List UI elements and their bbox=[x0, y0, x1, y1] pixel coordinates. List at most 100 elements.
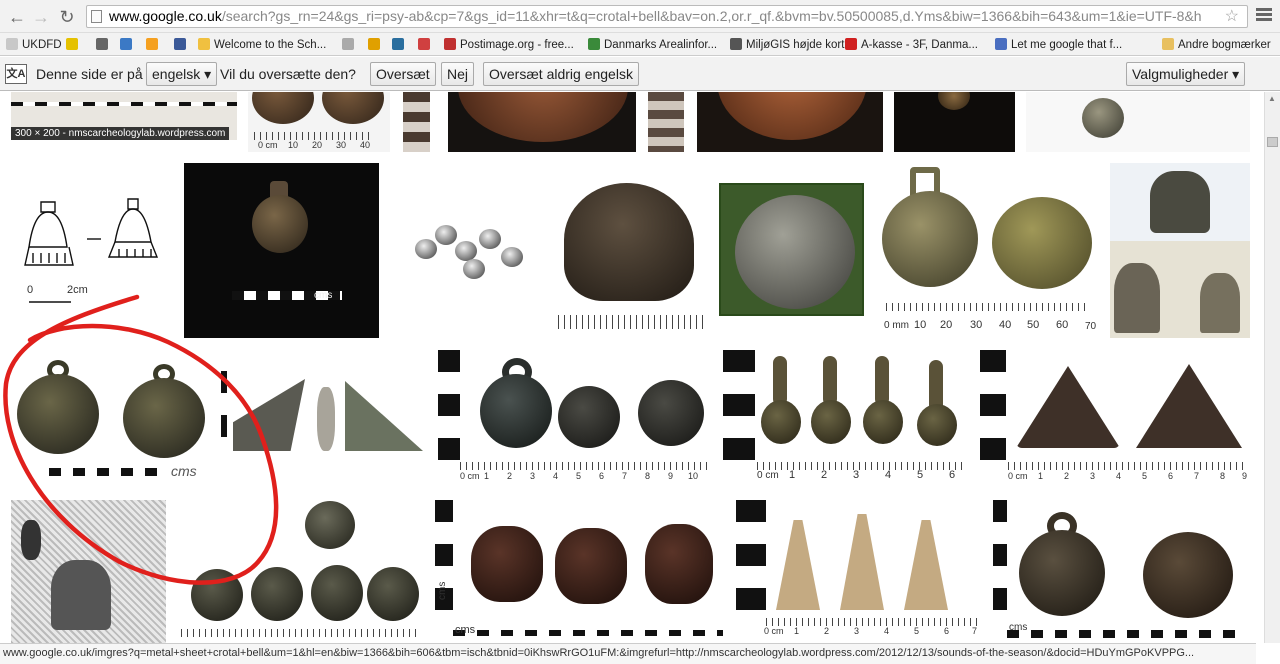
image-caption: 300 × 200 - nmscarcheologylab.wordpress.… bbox=[11, 127, 230, 140]
image-result[interactable] bbox=[391, 189, 542, 312]
bookmark-item[interactable] bbox=[368, 37, 384, 53]
bookmark-favicon-icon bbox=[1162, 38, 1174, 50]
bookmark-item[interactable] bbox=[342, 37, 358, 53]
bookmark-item[interactable] bbox=[120, 37, 136, 53]
bookmark-favicon-icon bbox=[392, 38, 404, 50]
forward-arrow-icon[interactable]: → bbox=[30, 6, 52, 28]
image-result[interactable] bbox=[1110, 163, 1250, 338]
bookmark-item[interactable]: Let me google that f... bbox=[995, 37, 1122, 53]
star-icon[interactable]: ☆ bbox=[1225, 6, 1239, 27]
bookmark-item[interactable]: Postimage.org - free... bbox=[444, 37, 574, 53]
reload-icon[interactable]: ↻ bbox=[56, 6, 78, 28]
bookmark-favicon-icon bbox=[120, 38, 132, 50]
image-result[interactable]: 0 2cm bbox=[11, 187, 172, 312]
scale-label: 0 cm bbox=[258, 140, 278, 150]
image-result[interactable]: 0 cm 1 2 3 4 5 6 7 8 9 10 bbox=[438, 350, 712, 482]
scale-label: 2cm bbox=[67, 284, 88, 296]
scroll-up-icon[interactable]: ▲ bbox=[1268, 94, 1276, 103]
scale-label: 7 bbox=[622, 471, 628, 481]
translate-question: Vil du oversætte den? bbox=[220, 66, 356, 82]
scale-label: 6 bbox=[949, 469, 956, 481]
bookmark-item[interactable] bbox=[418, 37, 434, 53]
image-result[interactable]: 0 cm 1 2 3 4 5 6 7 bbox=[736, 500, 982, 643]
image-result[interactable] bbox=[719, 183, 864, 316]
bookmark-item[interactable]: A-kasse - 3F, Danma... bbox=[845, 37, 978, 53]
scale-label: cms bbox=[455, 624, 476, 636]
image-result[interactable]: cms bbox=[993, 500, 1250, 643]
bookmark-item[interactable] bbox=[392, 37, 408, 53]
bookmark-favicon-icon bbox=[6, 38, 18, 50]
menu-icon[interactable] bbox=[1256, 6, 1272, 26]
scale-label: 3 bbox=[530, 471, 536, 481]
scale-label: 30 bbox=[970, 319, 983, 331]
scale-label: 10 bbox=[688, 471, 699, 481]
no-button[interactable]: Nej bbox=[441, 62, 475, 86]
address-bar[interactable]: www.google.co.uk/search?gs_rn=24&gs_ri=p… bbox=[86, 5, 1248, 28]
image-result[interactable]: 300 × 200 - nmscarcheologylab.wordpress.… bbox=[11, 92, 237, 140]
image-result[interactable] bbox=[648, 92, 684, 152]
bookmark-item[interactable] bbox=[66, 37, 82, 53]
bookmark-item[interactable] bbox=[96, 37, 112, 53]
bookmark-item[interactable]: Danmarks Arealinfor... bbox=[588, 37, 717, 53]
image-result[interactable]: cms bbox=[184, 163, 379, 338]
scale-label: 10 bbox=[914, 319, 927, 331]
scale-label: 7 bbox=[972, 626, 978, 636]
scale-label: 6 bbox=[599, 471, 605, 481]
never-translate-button[interactable]: Oversæt aldrig engelsk bbox=[483, 62, 639, 86]
image-result[interactable] bbox=[403, 92, 430, 152]
bookmark-favicon-icon bbox=[66, 38, 78, 50]
scale-label: 5 bbox=[914, 626, 920, 636]
image-result[interactable] bbox=[448, 92, 636, 152]
bookmark-label: Let me google that f... bbox=[1011, 39, 1123, 51]
translate-button[interactable]: Oversæt bbox=[370, 62, 436, 86]
image-result[interactable] bbox=[177, 497, 423, 643]
bookmark-item[interactable] bbox=[174, 37, 190, 53]
translate-prefix: Denne side er på bbox=[36, 66, 143, 82]
image-result[interactable] bbox=[876, 163, 1099, 338]
image-result[interactable]: 0 cm 10 20 30 40 bbox=[248, 92, 390, 152]
image-result[interactable] bbox=[221, 367, 427, 466]
image-result[interactable]: 0 cm 1 2 3 4 5 6 7 8 9 bbox=[980, 350, 1250, 482]
bookmark-item[interactable]: Andre bogmærker bbox=[1162, 37, 1271, 53]
image-result[interactable] bbox=[554, 163, 707, 338]
image-result[interactable] bbox=[697, 92, 883, 152]
scale-label: 0 cm bbox=[764, 626, 784, 636]
vertical-scrollbar[interactable]: ▲ bbox=[1264, 92, 1280, 643]
scale-label: 4 bbox=[1116, 471, 1122, 481]
scale-label: 20 bbox=[312, 140, 323, 150]
image-result[interactable] bbox=[11, 500, 166, 643]
bookmark-item[interactable]: MiljøGIS højde kort bbox=[730, 37, 844, 53]
image-result[interactable] bbox=[1026, 92, 1250, 152]
scrollbar-thumb[interactable] bbox=[1267, 137, 1278, 147]
image-result[interactable] bbox=[894, 92, 1015, 152]
browser-toolbar: ← → ↻ www.google.co.uk/search?gs_rn=24&g… bbox=[0, 0, 1280, 33]
language-select[interactable]: engelsk ▾ bbox=[146, 62, 218, 86]
scale-label: cms bbox=[1009, 622, 1028, 633]
scale-label: 30 bbox=[336, 140, 347, 150]
bookmark-item[interactable]: Welcome to the Sch... bbox=[198, 37, 326, 53]
bookmark-label: A-kasse - 3F, Danma... bbox=[861, 39, 978, 51]
back-arrow-icon[interactable]: ← bbox=[6, 6, 28, 28]
bookmark-item[interactable] bbox=[146, 37, 162, 53]
options-button[interactable]: Valgmuligheder ▾ bbox=[1126, 62, 1246, 86]
image-result[interactable]: cms bbox=[11, 352, 210, 480]
scale-label: 9 bbox=[1242, 471, 1248, 481]
bookmark-item[interactable]: UKDFD bbox=[6, 37, 62, 53]
scale-label: 3 bbox=[1090, 471, 1096, 481]
scale-label: 7 bbox=[1194, 471, 1200, 481]
language-label: engelsk bbox=[152, 66, 201, 82]
scale-label: 40 bbox=[999, 319, 1012, 331]
bookmark-label: Andre bogmærker bbox=[1178, 39, 1271, 51]
image-result[interactable]: 0 cm 1 2 3 4 5 6 bbox=[723, 350, 969, 482]
translate-bar: 文A Denne side er på engelsk ▾ Vil du ove… bbox=[0, 57, 1280, 91]
bookmark-favicon-icon bbox=[588, 38, 600, 50]
bookmark-favicon-icon bbox=[730, 38, 742, 50]
scale-label: 40 bbox=[360, 140, 371, 150]
bookmark-favicon-icon bbox=[198, 38, 210, 50]
scale-label: 3 bbox=[854, 626, 860, 636]
scale-label: 4 bbox=[885, 469, 892, 481]
scale-label: 1 bbox=[789, 469, 796, 481]
image-result[interactable]: cms cms bbox=[435, 500, 725, 643]
bookmark-label: Welcome to the Sch... bbox=[214, 39, 327, 51]
scale-label: 4 bbox=[553, 471, 559, 481]
